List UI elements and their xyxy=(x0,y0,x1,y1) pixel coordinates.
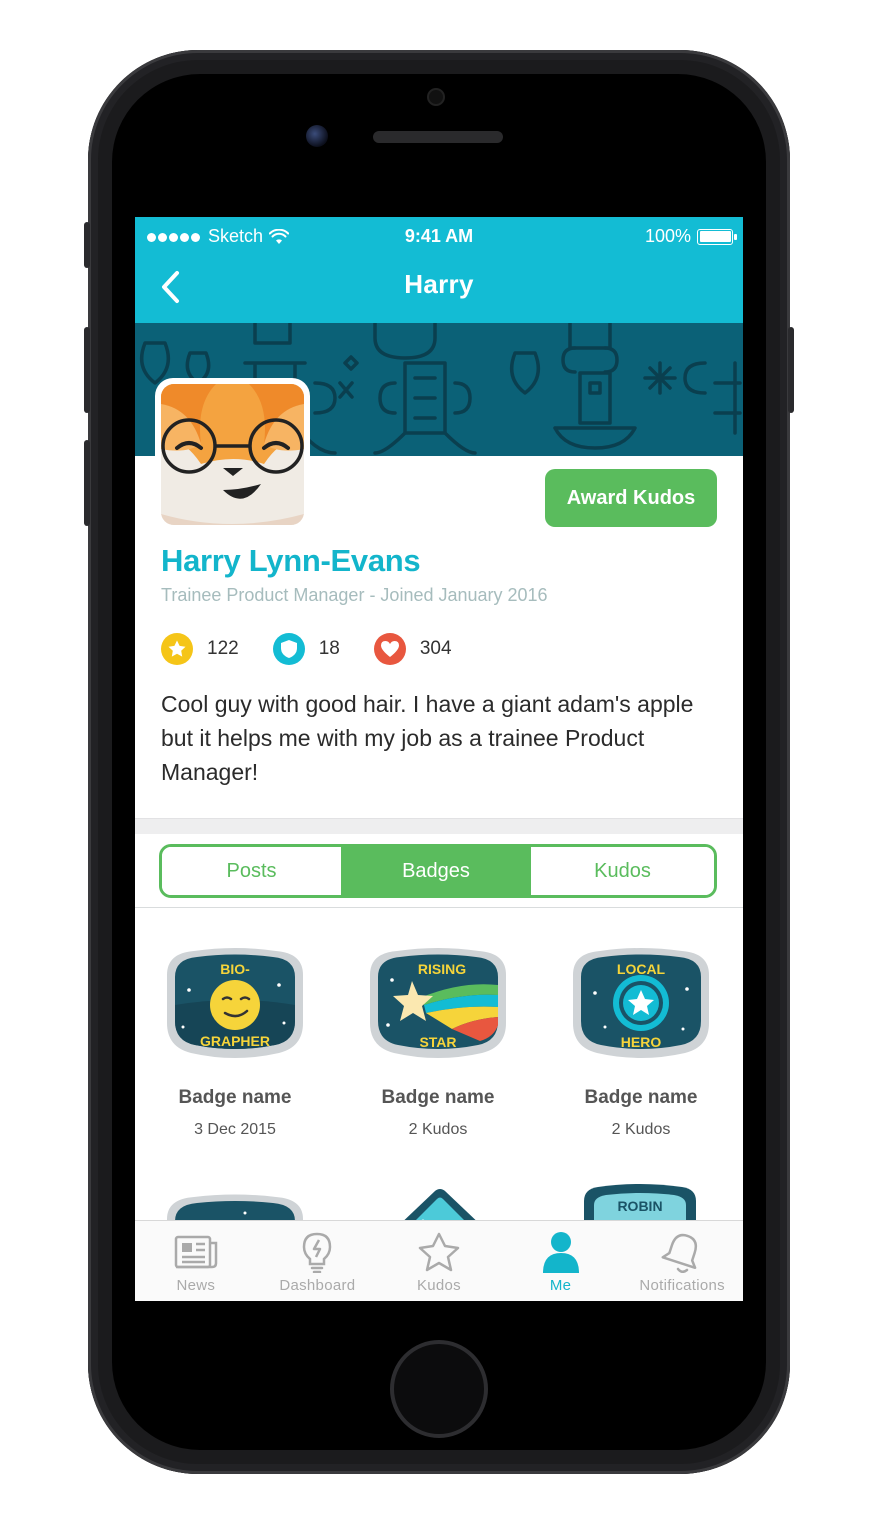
partial-badge-label: ROBIN xyxy=(617,1198,662,1214)
front-camera xyxy=(306,125,328,147)
badge-date: 3 Dec 2015 xyxy=(194,1121,276,1138)
badge-art-bottom: STAR xyxy=(419,1034,456,1050)
heart-icon xyxy=(373,633,406,665)
badge-kudos: 2 Kudos xyxy=(408,1121,468,1138)
hearts-count: 304 xyxy=(419,638,452,659)
page-title: Harry xyxy=(404,269,474,299)
stars-count: 122 xyxy=(207,638,239,659)
star-outline-icon xyxy=(418,1232,460,1272)
badge-name: Badge name xyxy=(381,1087,495,1108)
star-icon xyxy=(161,633,193,665)
person-icon xyxy=(542,1232,579,1273)
profile-stats: 122 18 304 xyxy=(161,633,486,665)
battery-icon xyxy=(697,228,737,245)
tab-dashboard[interactable]: Dashboard xyxy=(257,1221,379,1301)
rising-star-badge-icon: RISING STAR xyxy=(370,948,506,1058)
newspaper-icon xyxy=(174,1235,218,1269)
profile-name: Harry Lynn-Evans xyxy=(161,543,421,578)
tab-me[interactable]: Me xyxy=(500,1221,622,1301)
volume-down-button xyxy=(84,440,90,526)
tab-kudos[interactable]: Kudos xyxy=(531,847,714,895)
badge-card[interactable]: BIO- GRAPHER Badge name 3 Dec 2015 xyxy=(135,945,335,1139)
biographer-badge-icon: BIO- GRAPHER xyxy=(167,948,303,1058)
profile-bio: Cool guy with good hair. I have a giant … xyxy=(161,691,694,785)
stat-shields: 18 xyxy=(272,633,340,665)
tab-divider xyxy=(135,907,743,908)
tab-badges[interactable]: Badges xyxy=(341,847,531,895)
volume-up-button xyxy=(84,327,90,413)
tab-label: Dashboard xyxy=(279,1277,356,1294)
segmented-control: Posts Badges Kudos xyxy=(159,844,717,898)
local-hero-badge-icon: LOCAL HERO xyxy=(573,948,709,1058)
shields-count: 18 xyxy=(318,638,340,659)
rear-sensor xyxy=(427,88,445,106)
tab-kudos-nav[interactable]: Kudos xyxy=(378,1221,500,1301)
battery-percent: 100% xyxy=(644,226,691,246)
tab-label: Me xyxy=(549,1277,572,1294)
power-button xyxy=(788,327,794,413)
badge-name: Badge name xyxy=(584,1087,698,1108)
status-bar: Sketch 9:41 AM 100% xyxy=(135,217,743,257)
badge-art-top: RISING xyxy=(418,961,466,977)
stat-stars: 122 xyxy=(161,633,239,665)
avatar[interactable] xyxy=(155,378,310,531)
navigation-header: Sketch 9:41 AM 100% Harry xyxy=(135,217,743,323)
stat-hearts: 304 xyxy=(373,633,452,665)
tab-news[interactable]: News xyxy=(135,1221,257,1301)
bell-icon xyxy=(661,1233,698,1273)
earpiece-speaker xyxy=(373,131,503,143)
section-divider xyxy=(135,818,743,834)
badge-name: Badge name xyxy=(178,1087,292,1108)
badge-art-bottom: HERO xyxy=(621,1034,662,1050)
lightbulb-icon xyxy=(303,1232,332,1273)
bottom-tab-bar: News Dashboard Kudos Me Notifications xyxy=(135,1220,743,1301)
tab-notifications[interactable]: Notifications xyxy=(621,1221,743,1301)
app-screen: Sketch 9:41 AM 100% Harry Award Kudos Ha… xyxy=(135,217,743,1301)
shield-icon xyxy=(272,633,305,665)
tab-label: News xyxy=(176,1277,216,1294)
badge-art-top: BIO- xyxy=(220,961,250,977)
tab-label: Notifications xyxy=(639,1277,725,1294)
badge-card[interactable]: RISING STAR Badge name 2 Kudos xyxy=(338,945,538,1139)
badge-kudos: 2 Kudos xyxy=(611,1121,671,1138)
mute-switch xyxy=(84,222,90,268)
badge-art-bottom: GRAPHER xyxy=(200,1033,270,1049)
award-kudos-button[interactable]: Award Kudos xyxy=(545,469,717,527)
fox-avatar-icon xyxy=(161,384,304,525)
badge-card[interactable]: LOCAL HERO Badge name 2 Kudos xyxy=(541,945,741,1139)
profile-subtitle: Trainee Product Manager - Joined January… xyxy=(161,585,548,605)
badge-art-top: LOCAL xyxy=(617,961,666,977)
home-button[interactable] xyxy=(390,1340,488,1438)
tab-posts[interactable]: Posts xyxy=(162,847,341,895)
tab-label: Kudos xyxy=(416,1277,461,1294)
